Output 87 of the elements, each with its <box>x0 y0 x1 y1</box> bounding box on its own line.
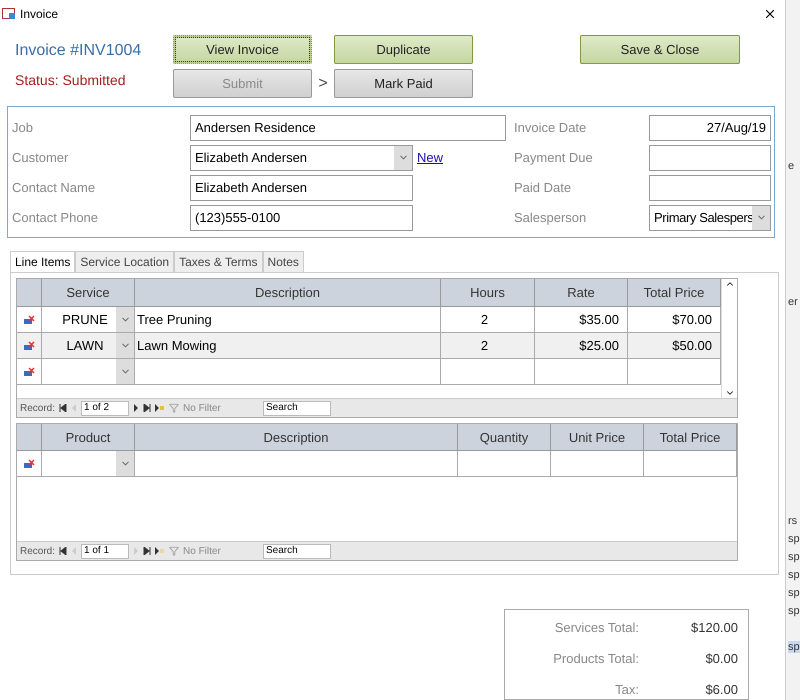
last-record-icon[interactable] <box>143 547 152 556</box>
total-value: $120.00 <box>690 620 738 635</box>
background-text: sp <box>788 569 800 581</box>
background-text: sp <box>788 551 800 563</box>
combo-box[interactable]: Primary Salespers <box>649 204 771 231</box>
column-header: Hours <box>441 279 535 308</box>
background-text: sp <box>788 641 800 653</box>
field-label: Job <box>12 120 34 136</box>
last-record-icon[interactable] <box>143 404 152 412</box>
input-field[interactable]: Andersen Residence <box>190 114 506 141</box>
column-header: Rate <box>535 279 628 308</box>
field-label: Contact Name <box>12 180 96 196</box>
table-cell[interactable] <box>535 359 628 386</box>
record-selector-icon <box>23 366 35 377</box>
table-cell[interactable] <box>135 451 458 478</box>
background-text: sp <box>788 533 800 545</box>
total-value: $6.00 <box>704 682 738 697</box>
record-position-field[interactable]: 1 of 2 <box>81 400 130 416</box>
table-cell[interactable] <box>135 359 441 386</box>
input-field[interactable] <box>649 144 771 171</box>
column-header: Description <box>135 279 441 308</box>
input-field[interactable] <box>649 174 771 201</box>
table-cell[interactable] <box>42 451 135 478</box>
combo-box[interactable]: Elizabeth Andersen <box>190 144 413 171</box>
new-record-icon[interactable] <box>155 547 166 556</box>
column-header: Quantity <box>458 424 551 452</box>
action-button[interactable]: Duplicate <box>334 35 473 64</box>
input-field[interactable]: (123)555-0100 <box>190 204 413 231</box>
search-field[interactable]: Search <box>263 400 332 416</box>
tab[interactable]: Taxes & Terms <box>174 251 263 272</box>
table-cell[interactable] <box>551 451 644 478</box>
tab[interactable]: Notes <box>262 251 304 272</box>
record-selector-icon <box>23 458 35 469</box>
first-record-icon[interactable] <box>59 404 68 412</box>
record-position-field[interactable]: 1 of 1 <box>81 544 130 559</box>
next-record-icon[interactable] <box>133 404 140 412</box>
action-button[interactable]: View Invoice <box>173 35 312 64</box>
filter-icon <box>169 403 180 414</box>
record-label: Record: <box>20 546 56 557</box>
record-selector[interactable] <box>17 359 42 386</box>
total-label: Products Total: <box>552 650 639 666</box>
new-record-icon[interactable] <box>155 404 166 412</box>
invoice-title: Invoice #INV1004 <box>15 42 142 60</box>
step-arrow: > <box>318 74 328 93</box>
column-header: Service <box>42 279 135 308</box>
table-cell[interactable] <box>458 451 551 478</box>
field-label: Customer <box>12 150 70 166</box>
total-value: $0.00 <box>704 650 738 666</box>
action-button[interactable]: Mark Paid <box>334 69 473 98</box>
field-label: Salesperson <box>514 210 588 226</box>
table-cell[interactable] <box>628 359 721 386</box>
background-text: sp <box>788 587 800 599</box>
table-cell[interactable] <box>644 451 737 478</box>
header-corner <box>17 279 42 308</box>
record-selector[interactable] <box>17 451 42 478</box>
input-field[interactable]: Elizabeth Andersen <box>190 174 413 201</box>
record-selector-icon <box>23 314 35 325</box>
field-label: Contact Phone <box>12 210 100 226</box>
record-label: Record: <box>20 402 56 414</box>
background-text: rs <box>788 515 798 527</box>
table-cell[interactable] <box>441 359 535 386</box>
window-title: Invoice <box>20 6 60 21</box>
background-text: er <box>788 296 798 308</box>
action-button[interactable]: Save & Close <box>580 35 740 64</box>
column-header: Total Price <box>644 424 737 452</box>
field-label: Invoice Date <box>514 120 588 136</box>
background-text: sp <box>788 605 800 617</box>
column-header: Total Price <box>628 279 721 308</box>
column-header: Unit Price <box>551 424 644 452</box>
tab[interactable]: Service Location <box>75 251 174 272</box>
status-text: Status: Submitted <box>15 72 127 88</box>
header-corner <box>17 424 42 452</box>
table-cell[interactable] <box>42 359 135 386</box>
column-header: Product <box>42 424 135 452</box>
column-header: Description <box>135 424 458 452</box>
field-label: Payment Due <box>514 150 594 166</box>
first-record-icon[interactable] <box>59 547 68 556</box>
search-field[interactable]: Search <box>263 544 332 559</box>
total-label: Tax: <box>614 682 639 697</box>
filter-icon <box>169 546 180 556</box>
field-label: Paid Date <box>514 180 572 196</box>
background-text: e <box>788 160 794 172</box>
input-field[interactable]: 27/Aug/19 <box>649 114 771 141</box>
total-label: Services Total: <box>554 620 639 635</box>
new-link[interactable]: New <box>417 150 444 166</box>
tab[interactable]: Line Items <box>10 251 76 272</box>
record-selector-icon <box>23 340 35 351</box>
